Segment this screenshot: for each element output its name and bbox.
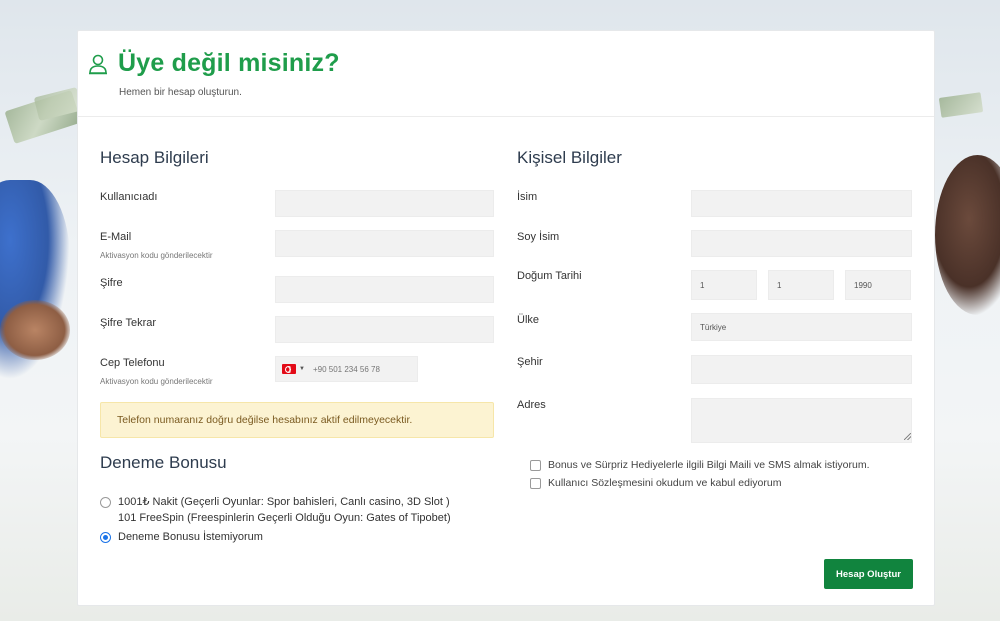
birth-day-select[interactable] xyxy=(691,270,757,300)
bonus-option-line: 101 FreeSpin (Freespinlerin Geçerli Oldu… xyxy=(118,512,451,524)
account-section-title: Hesap Bilgileri xyxy=(100,148,209,167)
background-banknote xyxy=(938,92,984,118)
create-account-button[interactable]: Hesap Oluştur xyxy=(824,559,913,589)
terms-consent-label: Kullanıcı Sözleşmesini okudum ve kabul e… xyxy=(548,477,782,489)
terms-consent[interactable]: Kullanıcı Sözleşmesini okudum ve kabul e… xyxy=(530,477,781,489)
page-title: Üye değil misiniz? xyxy=(118,49,340,77)
email-input[interactable] xyxy=(275,230,494,257)
city-label: Şehir xyxy=(517,356,543,368)
email-hint: Aktivasyon kodu gönderilecektir xyxy=(100,251,213,260)
phone-field: ▼ xyxy=(275,356,418,382)
country-select[interactable] xyxy=(691,313,912,341)
turkey-flag-icon[interactable] xyxy=(282,364,296,374)
chevron-down-icon[interactable]: ▼ xyxy=(299,366,305,372)
first-name-label: İsim xyxy=(517,191,538,203)
birth-year-select[interactable] xyxy=(845,270,911,300)
username-input[interactable] xyxy=(275,190,494,217)
background-player-arm xyxy=(0,300,70,360)
bonus-option-cash[interactable]: 1001₺ Nakit (Geçerli Oyunlar: Spor bahis… xyxy=(100,494,451,526)
user-icon xyxy=(89,54,107,75)
email-label: E-Mail xyxy=(100,231,132,243)
checkbox[interactable] xyxy=(530,477,541,489)
first-name-input[interactable] xyxy=(691,190,912,217)
last-name-input[interactable] xyxy=(691,230,912,257)
bonus-option-line: 1001₺ Nakit (Geçerli Oyunlar: Spor bahis… xyxy=(118,496,450,508)
sms-mail-consent[interactable]: Bonus ve Sürpriz Hediyelerle ilgili Bilg… xyxy=(530,459,870,471)
last-name-label: Soy İsim xyxy=(517,231,560,243)
password-label: Şifre xyxy=(100,277,123,289)
address-label: Adres xyxy=(517,399,546,411)
registration-header: Üye değil misiniz? Hemen bir hesap oluşt… xyxy=(78,31,934,117)
username-label: Kullanıcıadı xyxy=(100,191,158,203)
bonus-section-title: Deneme Bonusu xyxy=(100,453,227,472)
password-repeat-label: Şifre Tekrar xyxy=(100,317,157,329)
registration-card: Üye değil misiniz? Hemen bir hesap oluşt… xyxy=(77,30,935,606)
bonus-option-label: Deneme Bonusu İstemiyorum xyxy=(118,531,263,543)
address-textarea[interactable] xyxy=(691,398,912,443)
page-subtitle: Hemen bir hesap oluşturun. xyxy=(119,87,242,98)
birth-month-select[interactable] xyxy=(768,270,834,300)
phone-label: Cep Telefonu xyxy=(100,357,165,369)
bonus-option-none[interactable]: Deneme Bonusu İstemiyorum xyxy=(100,529,263,545)
password-repeat-input[interactable] xyxy=(275,316,494,343)
sms-mail-consent-label: Bonus ve Sürpriz Hediyelerle ilgili Bilg… xyxy=(548,459,870,471)
radio-button[interactable] xyxy=(100,497,111,508)
radio-button-checked[interactable] xyxy=(100,532,111,543)
city-input[interactable] xyxy=(691,355,912,384)
birthdate-label: Doğum Tarihi xyxy=(517,270,582,282)
password-input[interactable] xyxy=(275,276,494,303)
phone-warning: Telefon numaranız doğru değilse hesabını… xyxy=(100,402,494,438)
country-label: Ülke xyxy=(517,314,540,326)
background-football-image xyxy=(935,155,1000,315)
phone-hint: Aktivasyon kodu gönderilecektir xyxy=(100,377,213,386)
checkbox[interactable] xyxy=(530,459,541,471)
resize-grip-icon[interactable] xyxy=(904,433,911,440)
bonus-option-label: 1001₺ Nakit (Geçerli Oyunlar: Spor bahis… xyxy=(118,494,451,526)
phone-input[interactable] xyxy=(312,364,403,374)
personal-section-title: Kişisel Bilgiler xyxy=(517,148,622,167)
